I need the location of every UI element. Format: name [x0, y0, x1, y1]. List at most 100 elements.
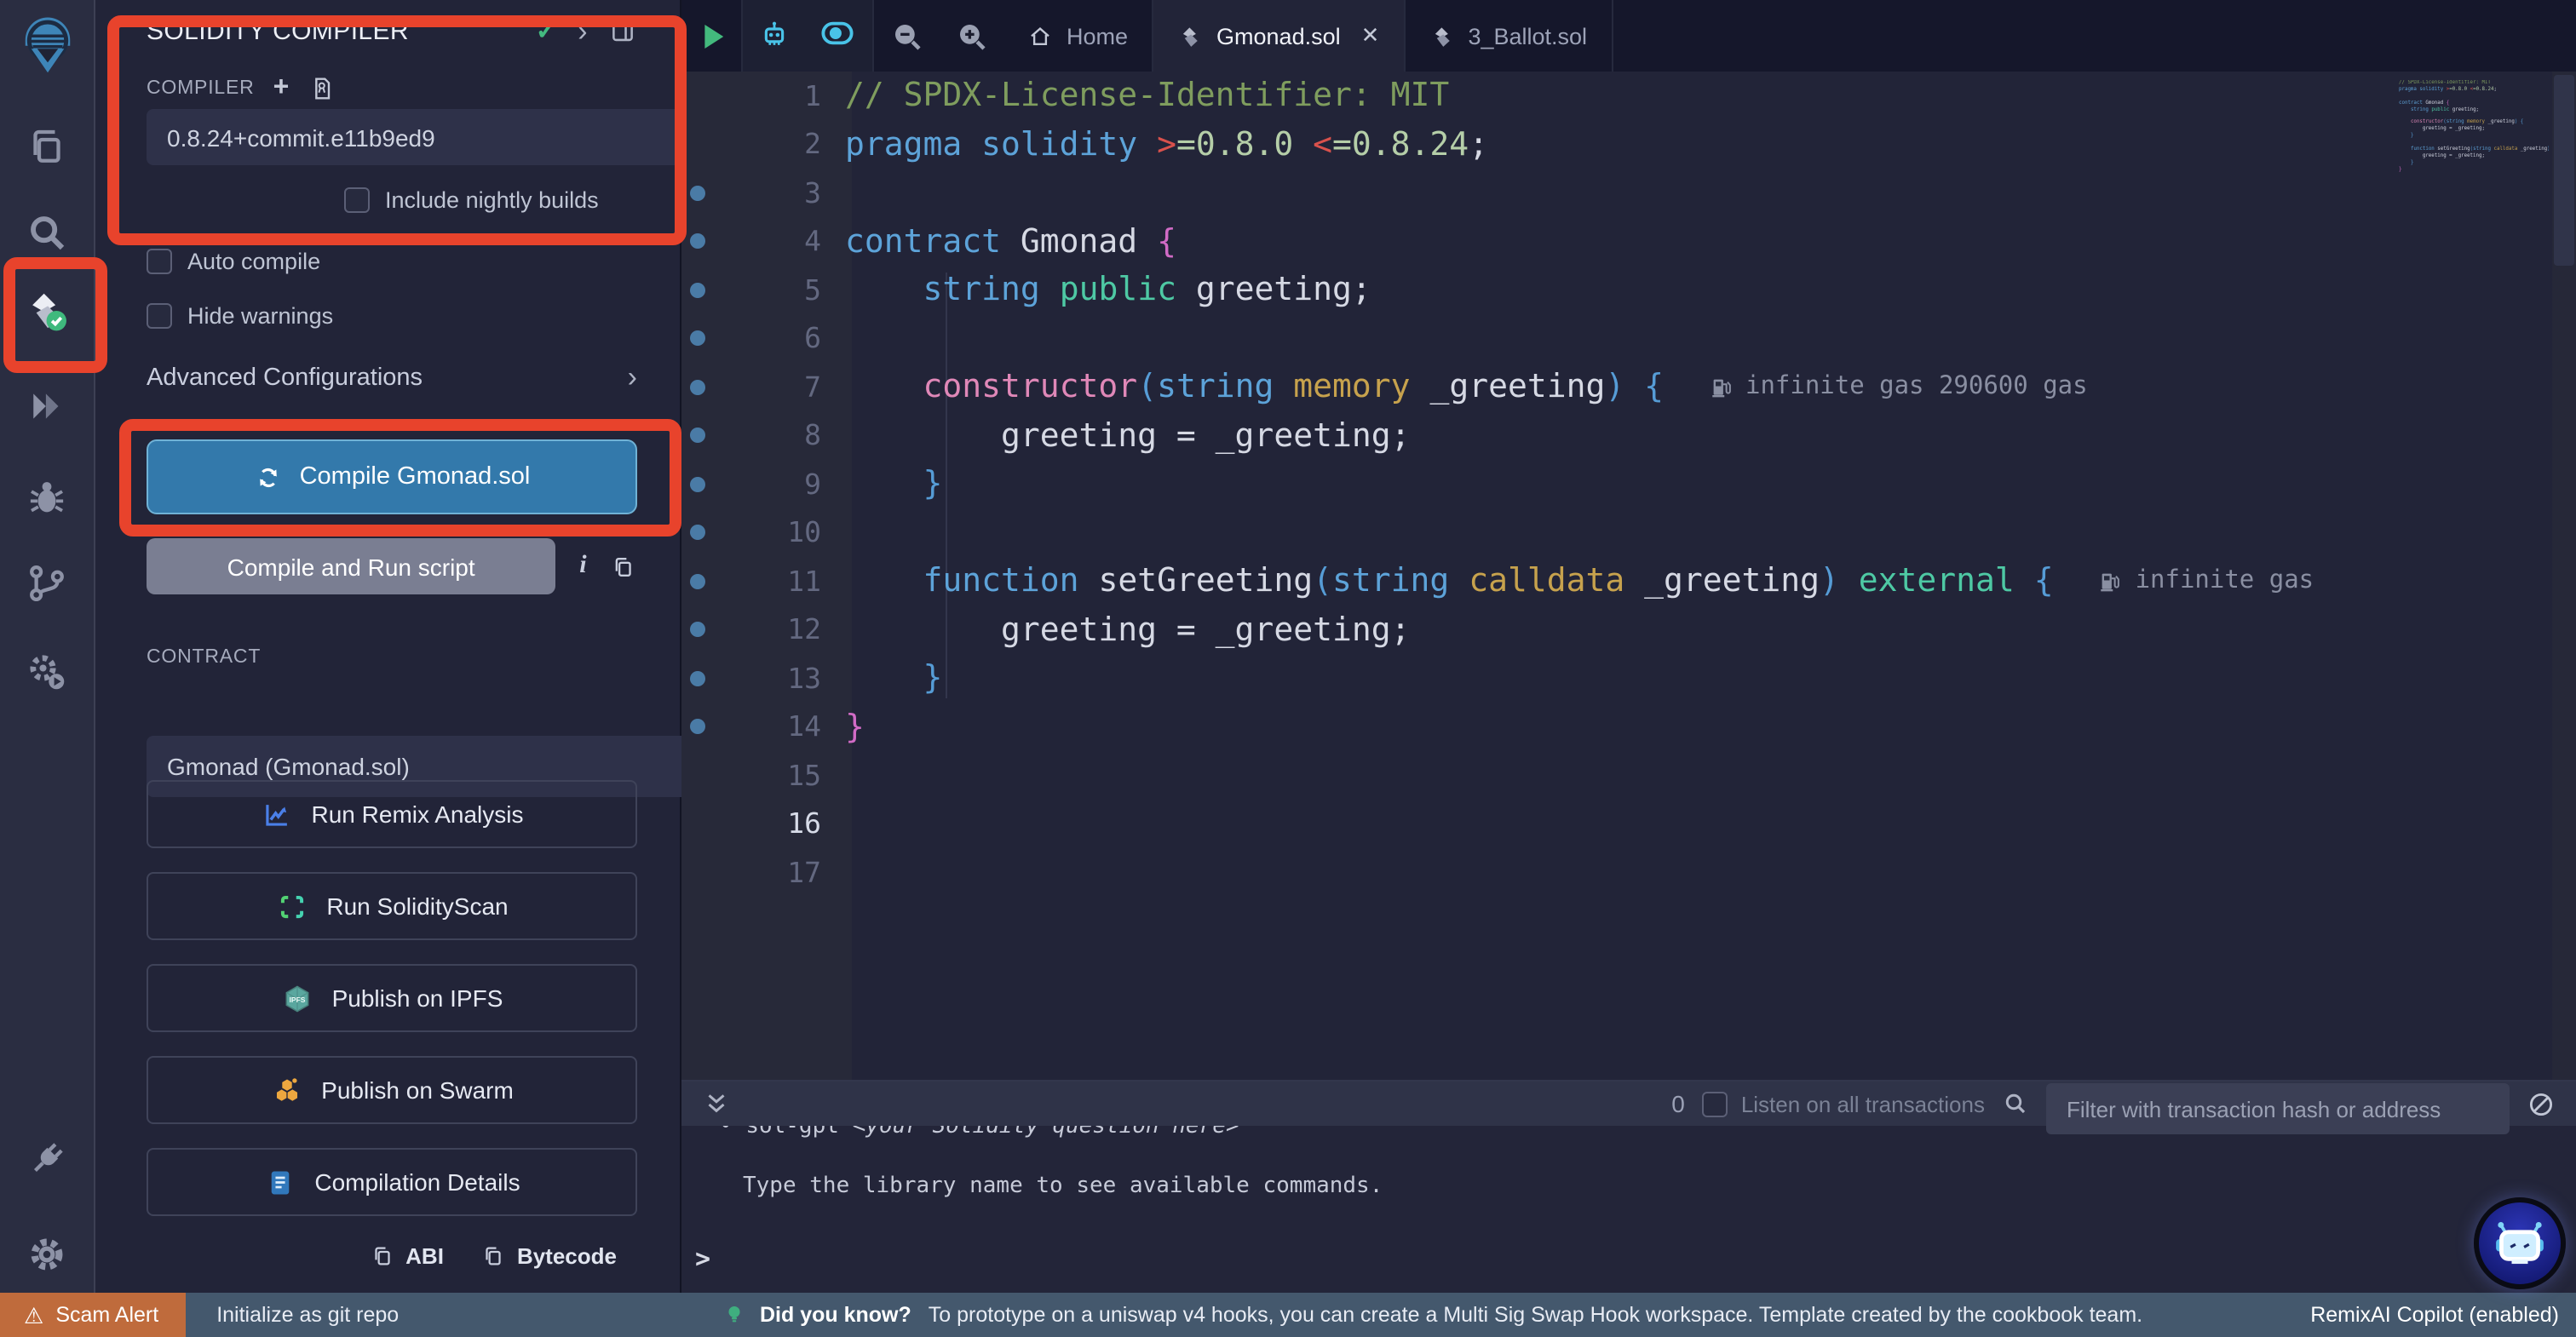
breakpoint-dot[interactable]	[689, 720, 704, 735]
code-line-1[interactable]: 1// SPDX-License-Identifier: MIT	[681, 72, 2576, 120]
code-line-15[interactable]: 15	[681, 751, 2576, 800]
scrollbar-thumb[interactable]	[2554, 75, 2574, 266]
zoom-out-icon[interactable]	[874, 0, 939, 72]
compiler-section-label: COMPILER	[147, 78, 255, 99]
search-icon[interactable]	[2002, 1090, 2029, 1117]
code-line-7[interactable]: 7 constructor(string memory _greeting) {…	[681, 363, 2576, 411]
tab-home[interactable]: Home	[1003, 0, 1153, 72]
scam-alert-button[interactable]: ⚠ Scam Alert	[0, 1293, 186, 1337]
git-init-button[interactable]: Initialize as git repo	[216, 1303, 399, 1327]
clear-console-icon[interactable]	[2527, 1089, 2556, 1118]
debugger-icon[interactable]	[18, 468, 76, 526]
tab-label: 3_Ballot.sol	[1468, 23, 1587, 49]
terminal-output[interactable]: • sol-gpt <your Solidity question here> …	[681, 1114, 2576, 1274]
code-editor[interactable]: 1// SPDX-License-Identifier: MIT2pragma …	[681, 72, 2576, 1080]
run-script-button[interactable]	[681, 0, 743, 72]
code-line-10[interactable]: 10	[681, 508, 2576, 557]
breakpoint-dot[interactable]	[689, 671, 704, 686]
compile-button[interactable]: Compile Gmonad.sol	[147, 439, 637, 514]
code-text: pragma solidity >=0.8.0 <=0.8.24;	[845, 126, 1488, 164]
auto-compile-checkbox[interactable]	[147, 249, 172, 274]
ai-toggle-icon[interactable]	[808, 0, 872, 72]
breakpoint-dot[interactable]	[689, 623, 704, 638]
solidity-compiler-icon[interactable]	[18, 281, 76, 339]
tab-gmonad-sol[interactable]: Gmonad.sol✕	[1153, 0, 1405, 72]
breakpoint-dot[interactable]	[689, 234, 704, 250]
publish-on-ipfs-button[interactable]: IPFSPublish on IPFS	[147, 964, 637, 1032]
breakpoint-gutter[interactable]	[681, 623, 712, 638]
license-doc-icon[interactable]	[308, 75, 336, 102]
include-nightly-checkbox[interactable]	[344, 187, 370, 213]
transaction-filter-input[interactable]	[2046, 1083, 2510, 1134]
breakpoint-gutter[interactable]	[681, 720, 712, 735]
code-line-6[interactable]: 6	[681, 314, 2576, 363]
terminal-prompt[interactable]: >	[695, 1243, 2576, 1274]
code-line-14[interactable]: 14}	[681, 703, 2576, 751]
code-line-3[interactable]: 3	[681, 169, 2576, 217]
code-line-11[interactable]: 11 function setGreeting(string calldata …	[681, 557, 2576, 605]
breakpoint-gutter[interactable]	[681, 574, 712, 589]
breakpoint-dot[interactable]	[689, 331, 704, 347]
breakpoint-dot[interactable]	[689, 380, 704, 395]
breakpoint-gutter[interactable]	[681, 331, 712, 347]
breakpoint-gutter[interactable]	[681, 186, 712, 201]
copilot-status-label[interactable]: RemixAI Copilot (enabled)	[2310, 1303, 2576, 1327]
plugin-connect-icon[interactable]	[18, 1129, 76, 1187]
breakpoint-gutter[interactable]	[681, 671, 712, 686]
breakpoint-gutter[interactable]	[681, 283, 712, 298]
copy-abi-button[interactable]: ABI	[370, 1243, 444, 1269]
code-line-4[interactable]: 4contract Gmonad {	[681, 217, 2576, 266]
copy-icon[interactable]	[611, 553, 637, 580]
breakpoint-dot[interactable]	[689, 186, 704, 201]
code-line-17[interactable]: 17	[681, 848, 2576, 897]
code-line-2[interactable]: 2pragma solidity >=0.8.0 <=0.8.24;	[681, 120, 2576, 169]
info-icon[interactable]: i	[579, 552, 586, 581]
code-text: constructor(string memory _greeting) {	[845, 369, 1664, 406]
breakpoint-dot[interactable]	[689, 283, 704, 298]
code-line-16[interactable]: 16	[681, 800, 2576, 848]
deploy-run-icon[interactable]	[18, 376, 76, 434]
editor-column: HomeGmonad.sol✕ 3_Ballot.sol 1// SPDX-Lic…	[681, 0, 2576, 1293]
publish-on-swarm-button[interactable]: Publish on Swarm	[147, 1056, 637, 1124]
git-icon[interactable]	[18, 554, 76, 611]
code-line-13[interactable]: 13 }	[681, 654, 2576, 703]
settings-icon[interactable]	[18, 1225, 76, 1282]
file-explorer-icon[interactable]	[18, 118, 76, 175]
breakpoint-dot[interactable]	[689, 428, 704, 444]
breakpoint-dot[interactable]	[689, 525, 704, 541]
listen-all-checkbox[interactable]	[1702, 1091, 1728, 1116]
breakpoint-dot[interactable]	[689, 477, 704, 492]
breakpoint-gutter[interactable]	[681, 234, 712, 250]
compile-and-run-button[interactable]: Compile and Run script	[147, 538, 555, 594]
code-line-5[interactable]: 5 string public greeting;	[681, 266, 2576, 314]
code-line-12[interactable]: 12 greeting = _greeting;	[681, 605, 2576, 654]
breakpoint-gutter[interactable]	[681, 477, 712, 492]
code-line-8[interactable]: 8 greeting = _greeting;	[681, 411, 2576, 460]
remixai-copilot-button[interactable]	[2474, 1197, 2566, 1289]
close-icon[interactable]: ✕	[1361, 22, 1380, 49]
search-icon[interactable]	[18, 203, 76, 261]
zoom-in-icon[interactable]	[939, 0, 1003, 72]
breakpoint-dot[interactable]	[689, 574, 704, 589]
hide-warnings-checkbox[interactable]	[147, 303, 172, 329]
run-remix-analysis-button[interactable]: Run Remix Analysis	[147, 780, 637, 848]
plugin-manager-icon[interactable]	[18, 642, 76, 700]
copy-bytecode-button[interactable]: Bytecode	[481, 1243, 617, 1269]
breakpoint-gutter[interactable]	[681, 525, 712, 541]
run-solidityscan-button[interactable]: Run SolidityScan	[147, 872, 637, 940]
editor-scrollbar[interactable]	[2552, 72, 2576, 1080]
breakpoint-gutter[interactable]	[681, 428, 712, 444]
chevron-right-icon[interactable]: ›	[578, 16, 588, 45]
breakpoint-gutter[interactable]	[681, 380, 712, 395]
advanced-configurations-toggle[interactable]: Advanced Configurations ›	[147, 363, 637, 392]
compiler-version-select[interactable]: 0.8.24+commit.e11b9ed9	[147, 109, 731, 165]
compilation-details-button[interactable]: Compilation Details	[147, 1148, 637, 1216]
tab-3-ballot-sol[interactable]: 3_Ballot.sol	[1405, 0, 1613, 72]
minimap[interactable]: // SPDX-License-Identifier: MITpragma so…	[2399, 80, 2549, 193]
collapse-terminal-icon[interactable]	[702, 1089, 731, 1118]
code-line-9[interactable]: 9 }	[681, 460, 2576, 508]
add-compiler-icon[interactable]: +	[273, 75, 290, 102]
remix-logo-icon[interactable]	[11, 9, 83, 80]
pin-panel-icon[interactable]	[608, 16, 637, 45]
ai-assistant-icon[interactable]	[743, 0, 808, 72]
